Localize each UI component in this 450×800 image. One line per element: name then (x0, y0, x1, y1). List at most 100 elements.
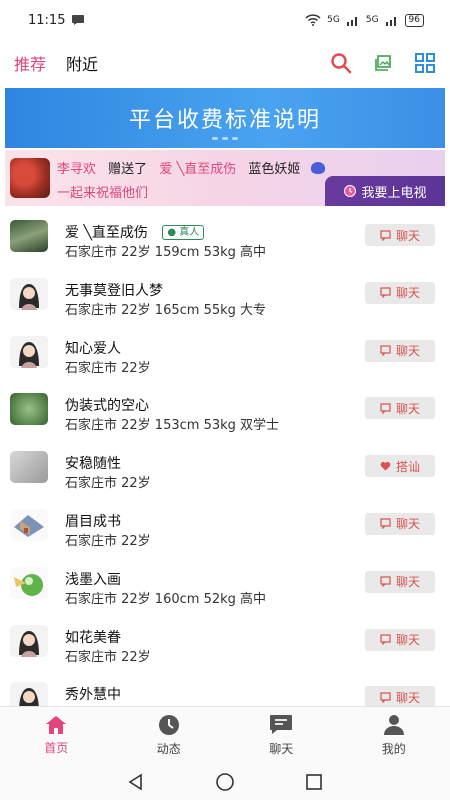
network-label-1: 5G (327, 15, 340, 25)
gallery-icon[interactable] (374, 54, 392, 72)
user-list[interactable]: 爱 ╲直至成伤 ● 真人 石家庄市 22岁 159cm 53kg 高中 聊天 无… (0, 208, 450, 706)
grid-icon[interactable] (414, 52, 436, 74)
user-name: 秀外慧中 (65, 687, 121, 704)
action-label: 聊天 (395, 517, 420, 532)
avatar[interactable] (10, 335, 48, 368)
list-item[interactable]: 安稳随性 石家庄市 22岁 搭讪 (0, 439, 450, 497)
banner-title: 平台收费标准说明 (128, 108, 321, 133)
house-avatar-icon (14, 514, 44, 537)
verified-label: 真人 (179, 227, 200, 238)
avatar[interactable] (10, 220, 48, 252)
list-item[interactable]: 浅墨入画 石家庄市 22岁 160cm 52kg 高中 聊天 (0, 555, 450, 613)
back-icon[interactable] (127, 773, 145, 791)
action-label: 聊天 (395, 286, 420, 301)
avatar[interactable] (10, 682, 48, 706)
wifi-icon (305, 14, 321, 26)
action-label: 搭讪 (395, 459, 420, 474)
user-detail: 石家庄市 22岁 (65, 533, 151, 549)
fee-standard-banner[interactable]: 平台收费标准说明 (5, 88, 445, 148)
bottom-tab-bar: 首页 动态 聊天 我的 (0, 706, 450, 764)
action-label: 聊天 (395, 401, 420, 416)
chat-button[interactable]: 聊天 (365, 570, 435, 593)
user-name: 无事莫登旧人梦 (65, 282, 163, 299)
home-circle-icon[interactable] (215, 772, 235, 792)
network-label-2: 5G (365, 15, 379, 25)
tv-clock-icon (344, 185, 357, 197)
tab-nearby[interactable]: 附近 (66, 51, 98, 75)
signal-icon (385, 17, 396, 26)
chat-icon (380, 634, 391, 646)
heart-icon (380, 462, 391, 471)
message-notification-icon (72, 15, 85, 25)
list-item[interactable]: 伪装式的空心 石家庄市 22岁 153cm 53kg 双学士 聊天 (0, 381, 450, 439)
tab-me-label: 我的 (381, 742, 406, 756)
avatar[interactable] (10, 393, 48, 426)
chat-button[interactable]: 聊天 (365, 339, 435, 362)
user-name: 知心爱人 (65, 340, 121, 357)
user-name: 伪装式的空心 (65, 398, 149, 415)
action-label: 聊天 (395, 228, 420, 243)
tab-chat[interactable]: 聊天 (225, 707, 338, 764)
gift-notice[interactable]: 李寻欢 赠送了 爱 ╲直至成伤 蓝色妖姬 一起来祝福他们 我要上电视 (5, 150, 445, 206)
system-nav-bar (0, 764, 450, 800)
banner-pagination (212, 137, 238, 140)
tab-home[interactable]: 首页 (0, 707, 113, 764)
user-name: 爱 ╲直至成伤 ● 真人 (65, 222, 205, 242)
greet-button[interactable]: 搭讪 (365, 455, 435, 478)
tab-chat-label: 聊天 (269, 742, 294, 756)
list-item[interactable]: 秀外慧中 聊天 (0, 670, 450, 706)
chat-button[interactable]: 聊天 (365, 628, 435, 651)
user-detail: 石家庄市 22岁 160cm 52kg 高中 (65, 591, 267, 607)
search-icon[interactable] (330, 52, 352, 74)
chat-icon (380, 692, 391, 703)
user-name: 眉目成书 (65, 513, 121, 530)
avatar[interactable] (10, 566, 48, 599)
user-detail: 石家庄市 22岁 (65, 360, 151, 376)
chat-button[interactable]: 聊天 (365, 512, 435, 535)
chat-button[interactable]: 聊天 (365, 281, 435, 304)
chat-button[interactable]: 聊天 (365, 686, 435, 706)
list-item[interactable]: 无事莫登旧人梦 石家庄市 22岁 165cm 55kg 大专 聊天 (0, 266, 450, 324)
user-name: 浅墨入画 (65, 571, 121, 588)
user-detail: 石家庄市 22岁 153cm 53kg 双学士 (65, 418, 280, 434)
message-icon (270, 715, 293, 734)
go-on-tv-button[interactable]: 我要上电视 (325, 176, 445, 206)
list-item[interactable]: 眉目成书 石家庄市 22岁 聊天 (0, 497, 450, 555)
tab-moments-label: 动态 (156, 742, 181, 756)
chat-icon (380, 345, 391, 357)
chat-button[interactable]: 聊天 (365, 224, 435, 246)
signal-icon (346, 17, 357, 26)
action-label: 聊天 (395, 575, 420, 590)
list-item[interactable]: 如花美眷 石家庄市 22岁 聊天 (0, 613, 450, 671)
gift-receiver[interactable]: 爱 ╲直至成伤 (159, 162, 236, 177)
home-icon (46, 716, 67, 734)
avatar[interactable] (10, 451, 48, 484)
avatar[interactable] (10, 508, 48, 541)
list-item[interactable]: 爱 ╲直至成伤 ● 真人 石家庄市 22岁 159cm 53kg 高中 聊天 (0, 208, 450, 266)
tab-recommend[interactable]: 推荐 (14, 51, 46, 75)
default-female-avatar-icon (19, 688, 39, 706)
default-female-avatar-icon (19, 630, 39, 657)
tab-home-label: 首页 (44, 741, 69, 755)
list-item[interactable]: 知心爱人 石家庄市 22岁 聊天 (0, 324, 450, 382)
recents-icon[interactable] (305, 773, 323, 791)
chat-icon (380, 576, 391, 588)
user-detail: 石家庄市 22岁 159cm 53kg 高中 (65, 245, 267, 260)
tab-moments[interactable]: 动态 (113, 707, 226, 764)
chat-icon (380, 287, 391, 299)
verified-badge: ● 真人 (162, 225, 205, 240)
action-label: 聊天 (395, 633, 420, 648)
chat-icon (380, 229, 391, 241)
go-on-tv-label: 我要上电视 (361, 185, 427, 201)
user-detail: 石家庄市 22岁 (65, 649, 151, 665)
gift-message: 李寻欢 赠送了 爱 ╲直至成伤 蓝色妖姬 (57, 158, 325, 177)
action-label: 聊天 (395, 344, 420, 359)
avatar[interactable] (10, 624, 48, 657)
gift-blessing: 一起来祝福他们 (57, 186, 149, 201)
chat-button[interactable]: 聊天 (365, 397, 435, 420)
avatar[interactable] (10, 277, 48, 310)
tab-me[interactable]: 我的 (338, 707, 450, 764)
gift-gem-icon (310, 162, 325, 174)
user-name: 安稳随性 (65, 456, 121, 473)
gift-sender[interactable]: 李寻欢 (57, 162, 96, 177)
